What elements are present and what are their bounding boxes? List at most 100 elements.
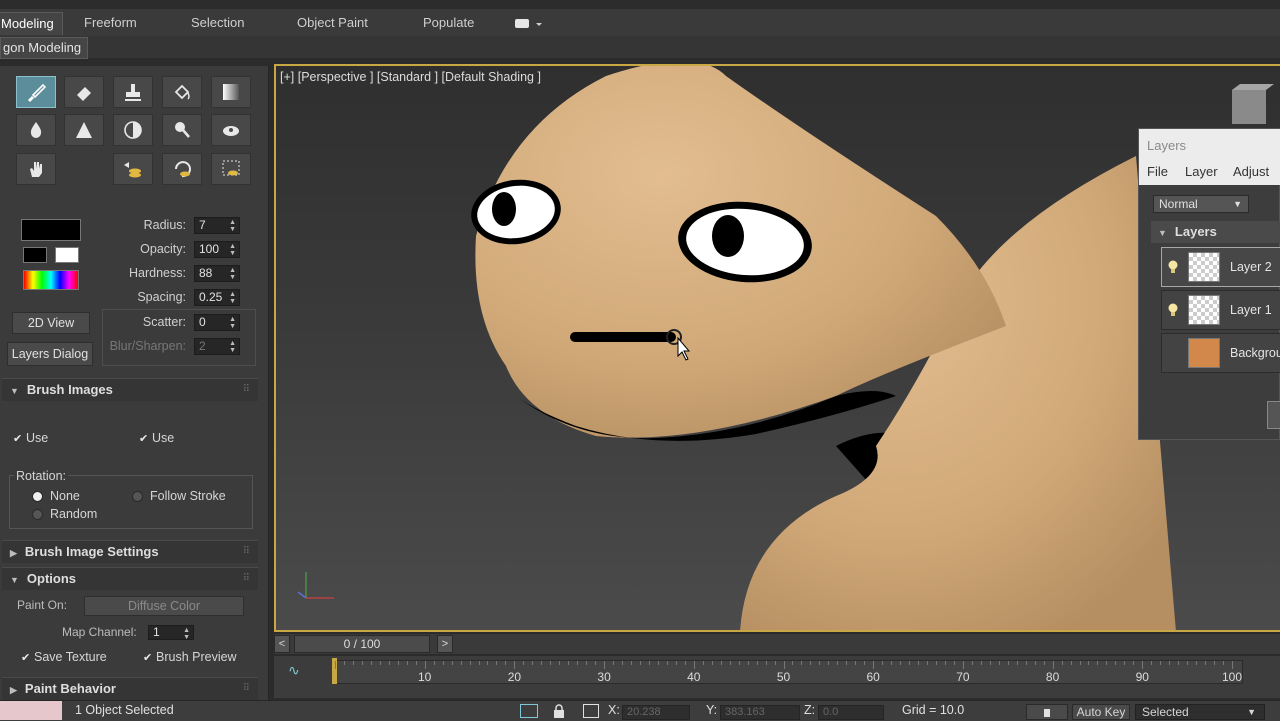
layer-row-layer-1[interactable]: Layer 1 xyxy=(1161,290,1280,330)
tab-populate[interactable]: Populate xyxy=(415,12,482,34)
track-tick xyxy=(1124,661,1126,665)
track-tick xyxy=(1223,661,1225,665)
blur-tool[interactable] xyxy=(16,114,56,146)
menu-file[interactable]: File xyxy=(1147,159,1168,185)
auto-key-button[interactable]: Auto Key xyxy=(1072,704,1130,720)
paint-brush-tool[interactable] xyxy=(16,76,56,108)
track-tick xyxy=(1187,661,1189,665)
key-filter-dropdown[interactable]: Selected ▼ xyxy=(1135,704,1265,720)
track-tick xyxy=(998,661,1000,665)
collapse-triangle-icon: ▼ xyxy=(10,575,19,585)
track-tick xyxy=(604,661,606,669)
perspective-viewport[interactable]: [+] [Perspective ] [Standard ] [Default … xyxy=(274,64,1280,632)
gradient-tool[interactable] xyxy=(211,76,251,108)
opacity-spinner[interactable]: 100 ▲ ▼ xyxy=(194,241,240,258)
track-tick xyxy=(900,661,902,665)
ribbon-top-strip xyxy=(0,0,1280,9)
radius-spinner[interactable]: 7 ▲ ▼ xyxy=(194,217,240,234)
spinner-arrows-icon: ▲ ▼ xyxy=(229,267,236,281)
layers-dialog: Layers File Layer Adjust Normal ▼ ▼ Layers… xyxy=(1138,128,1280,440)
smudge-tool[interactable] xyxy=(162,114,202,146)
color-palette-icon[interactable] xyxy=(23,270,79,290)
rotation-random-radio[interactable] xyxy=(32,509,43,520)
scatter-spinner[interactable]: 0 ▲ ▼ xyxy=(194,314,240,331)
background-color-swatch[interactable] xyxy=(55,247,79,263)
track-tick xyxy=(828,661,830,665)
spinner-arrows-icon: ▲ ▼ xyxy=(229,316,236,330)
layer-row-background[interactable]: Backgrou xyxy=(1161,333,1280,373)
use-right-checkbox[interactable]: ✔ Use xyxy=(139,431,174,445)
foreground-color-swatch[interactable] xyxy=(23,247,47,263)
contrast-tool[interactable] xyxy=(113,114,153,146)
tab-freeform[interactable]: Freeform xyxy=(76,12,145,34)
tab-object-paint[interactable]: Object Paint xyxy=(289,12,376,34)
lightbulb-icon[interactable] xyxy=(1168,303,1178,317)
time-next-arrow-icon[interactable]: > xyxy=(437,635,453,653)
pan-tool[interactable] xyxy=(16,153,56,185)
tab-modeling[interactable]: Modeling xyxy=(0,12,63,35)
time-slider-thumb[interactable]: 0 / 100 xyxy=(294,635,430,653)
track-tick-label: 70 xyxy=(956,670,970,684)
save-texture-checkbox[interactable]: ✔ Save Texture xyxy=(21,650,107,664)
view-cube xyxy=(1232,84,1274,124)
fill-bucket-tool[interactable] xyxy=(162,76,202,108)
menu-layer[interactable]: Layer xyxy=(1185,159,1218,185)
hand-icon xyxy=(30,162,42,177)
scatter-value: 0 xyxy=(199,315,206,329)
layers-section-header[interactable]: ▼ Layers xyxy=(1151,221,1280,243)
clone-stamp-tool[interactable] xyxy=(113,76,153,108)
rotate-layer-tool[interactable] xyxy=(162,153,202,185)
2d-view-button[interactable]: 2D View xyxy=(12,312,90,334)
lightbulb-icon[interactable] xyxy=(1168,260,1178,274)
isolate-selection-icon[interactable] xyxy=(520,704,538,718)
sharpen-tool[interactable] xyxy=(64,114,104,146)
z-coord-field[interactable]: 0.0 xyxy=(818,705,884,720)
polygon-modeling-button[interactable]: gon Modeling xyxy=(0,37,89,59)
track-tick xyxy=(577,661,579,665)
set-key-button[interactable] xyxy=(1026,704,1068,720)
menu-adjust[interactable]: Adjust xyxy=(1233,159,1269,185)
viewport-label[interactable]: [+] [Perspective ] [Standard ] [Default … xyxy=(280,70,541,84)
eraser-icon xyxy=(77,87,91,101)
track-tick xyxy=(846,661,848,665)
maxscript-listener-mini[interactable] xyxy=(0,701,62,720)
brush-preview-checkbox[interactable]: ✔ Brush Preview xyxy=(143,650,237,664)
rollout-paint-behavior[interactable]: ▶ Paint Behavior ⠿ xyxy=(2,677,258,700)
ribbon-options-dropdown[interactable] xyxy=(512,15,542,31)
rollout-options[interactable]: ▼ Options ⠿ xyxy=(2,567,258,590)
absolute-mode-icon[interactable] xyxy=(583,704,599,718)
select-layer-tool[interactable] xyxy=(211,153,251,185)
x-coord-field[interactable]: 20.238 xyxy=(622,705,690,720)
map-channel-spinner[interactable]: 1 ▲ ▼ xyxy=(148,625,194,641)
y-coord-field[interactable]: 383.163 xyxy=(720,705,800,720)
track-tick xyxy=(765,661,767,665)
move-layer-tool[interactable] xyxy=(113,153,153,185)
curve-editor-icon[interactable]: ∿ xyxy=(288,662,300,679)
rollout-brush-images[interactable]: ▼ Brush Images ⠿ xyxy=(2,378,258,401)
track-tick xyxy=(505,661,507,665)
rollout-brush-image-settings[interactable]: ▶ Brush Image Settings ⠿ xyxy=(2,540,258,563)
track-tick xyxy=(586,661,588,665)
spacing-spinner[interactable]: 0.25 ▲ ▼ xyxy=(194,289,240,306)
key-icon xyxy=(1044,709,1050,717)
layer-row-layer-2[interactable]: Layer 2 xyxy=(1161,247,1280,287)
burn-tool[interactable] xyxy=(211,114,251,146)
spinner-arrows-icon: ▲ ▼ xyxy=(229,219,236,233)
track-tick xyxy=(1160,661,1162,665)
rotation-none-radio[interactable] xyxy=(32,491,43,502)
layers-dialog-button[interactable]: Layers Dialog xyxy=(7,342,93,366)
dialog-button-partial[interactable] xyxy=(1267,401,1280,429)
blend-mode-dropdown[interactable]: Normal ▼ xyxy=(1153,195,1249,213)
eraser-tool[interactable] xyxy=(64,76,104,108)
rotation-follow-stroke-radio[interactable] xyxy=(132,491,143,502)
paint-on-dropdown[interactable]: Diffuse Color xyxy=(84,596,244,616)
primary-color-swatch[interactable] xyxy=(21,219,81,241)
use-left-checkbox[interactable]: ✔ Use xyxy=(13,431,48,445)
tab-selection[interactable]: Selection xyxy=(183,12,252,34)
lock-icon[interactable] xyxy=(552,704,566,718)
track-tick xyxy=(693,661,695,669)
track-tick xyxy=(1169,661,1171,665)
track-tick xyxy=(415,661,417,665)
time-prev-arrow-icon[interactable]: < xyxy=(274,635,290,653)
hardness-spinner[interactable]: 88 ▲ ▼ xyxy=(194,265,240,282)
